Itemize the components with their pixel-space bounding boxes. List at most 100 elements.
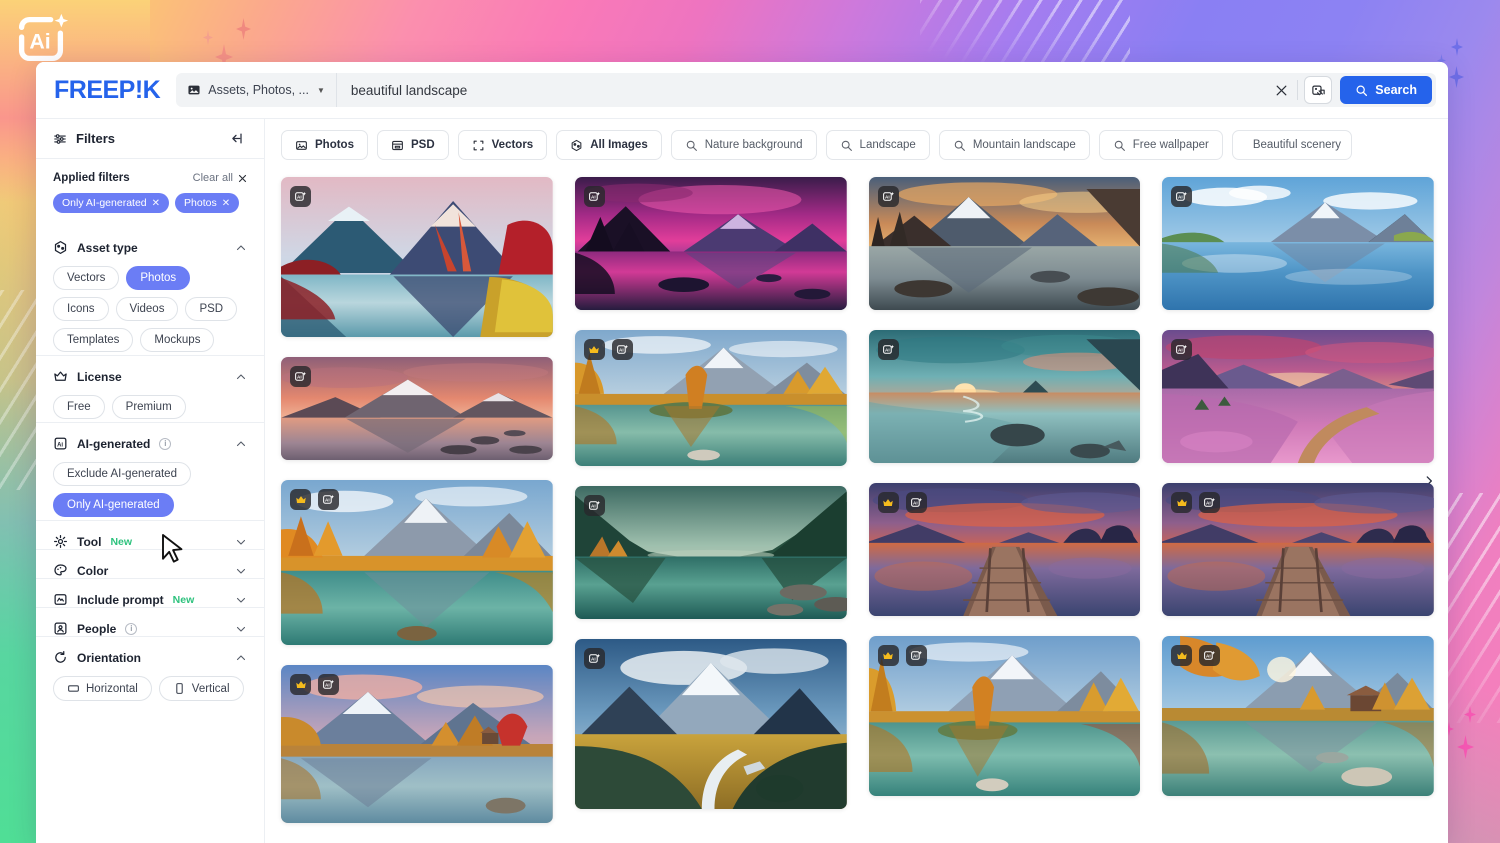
remove-filter-icon[interactable]: ✕: [152, 198, 160, 209]
svg-text:Ai: Ai: [913, 654, 918, 659]
chevron-up-icon[interactable]: [235, 371, 247, 383]
svg-text:Ai: Ai: [325, 683, 330, 688]
close-icon: [1276, 85, 1287, 95]
filter-option-vertical[interactable]: Vertical: [158, 676, 244, 701]
new-badge: New: [110, 535, 133, 548]
filter-section-header-license[interactable]: License: [36, 356, 264, 384]
result-card[interactable]: Ai: [1162, 330, 1434, 463]
filter-option-photos[interactable]: Photos: [126, 266, 191, 290]
image-search-button[interactable]: [1304, 76, 1333, 104]
filter-section-header-orientation[interactable]: Orientation: [36, 637, 264, 665]
ai-generated-badge: Ai: [290, 366, 311, 387]
freepik-logo[interactable]: FREEP!K: [54, 76, 161, 105]
result-card[interactable]: Ai: [868, 636, 1141, 796]
info-icon[interactable]: i: [125, 622, 138, 635]
chevron-up-icon[interactable]: [235, 652, 247, 664]
clear-all-button[interactable]: Clear all: [193, 172, 247, 184]
filter-option-exclude-ai-generated[interactable]: Exclude AI-generated: [53, 462, 191, 486]
svg-text:Ai: Ai: [297, 195, 302, 200]
result-badges: Ai: [877, 339, 899, 360]
quick-filter-beautiful-scenery[interactable]: Beautiful scenery: [1231, 130, 1352, 160]
quick-filter-label: PSD: [410, 139, 435, 151]
quick-filter-vectors[interactable]: Vectors: [457, 130, 548, 160]
chevron-down-icon[interactable]: [235, 623, 247, 635]
search-input[interactable]: [336, 82, 1269, 98]
svg-text:Ai: Ai: [885, 348, 890, 353]
filter-option-icons[interactable]: Icons: [53, 297, 109, 321]
result-card[interactable]: Ai: [281, 177, 553, 337]
filter-section-label: Asset type: [77, 240, 138, 255]
result-card[interactable]: Ai: [1162, 483, 1434, 616]
result-card[interactable]: Ai: [574, 639, 847, 809]
ai-generated-badge: Ai: [1199, 645, 1221, 666]
result-card[interactable]: Ai: [868, 483, 1141, 616]
result-card[interactable]: Ai: [1162, 636, 1434, 796]
filter-option-mockups[interactable]: Mockups: [140, 328, 215, 352]
crown-icon: [54, 371, 67, 381]
filter-section-header-asset-type[interactable]: Asset type: [36, 227, 264, 255]
quick-filter-free-wallpaper[interactable]: Free wallpaper: [1098, 130, 1223, 160]
filter-option-label: Only AI-generated: [67, 499, 160, 511]
svg-text:Ai: Ai: [885, 195, 890, 200]
quick-filter-all-images[interactable]: All Images: [556, 130, 662, 160]
quick-filter-nature-background[interactable]: Nature background: [670, 130, 817, 160]
asset-type-dropdown[interactable]: Assets, Photos, ... ▼: [176, 73, 337, 107]
result-card[interactable]: Ai: [281, 357, 553, 460]
chevron-down-icon[interactable]: [235, 565, 247, 577]
filter-section-header-ai-generated[interactable]: Ai AI-generated i: [36, 423, 264, 451]
filter-option-label: Horizontal: [86, 682, 138, 695]
filter-option-videos[interactable]: Videos: [115, 297, 179, 321]
filter-option-premium[interactable]: Premium: [111, 395, 186, 419]
filter-section-orientation: Orientation Horizontal Vertical: [36, 636, 264, 704]
clear-all-label: Clear all: [192, 172, 233, 184]
crown-icon: [53, 369, 68, 384]
filter-option-vectors[interactable]: Vectors: [53, 266, 120, 290]
chevron-up-icon[interactable]: [235, 242, 247, 254]
filter-section-header-people[interactable]: People i: [36, 608, 264, 636]
ai-generated-badge: Ai: [877, 186, 899, 207]
quick-filter-mountain-landscape[interactable]: Mountain landscape: [938, 130, 1090, 160]
filter-option-horizontal[interactable]: Horizontal: [53, 676, 152, 701]
result-card[interactable]: Ai: [574, 330, 847, 466]
chevron-up-icon[interactable]: [235, 438, 247, 450]
ai-icon: Ai: [53, 436, 68, 451]
result-card[interactable]: Ai: [574, 486, 847, 619]
result-card[interactable]: Ai: [1162, 177, 1434, 310]
result-card[interactable]: Ai: [868, 330, 1141, 463]
chevron-down-icon[interactable]: [235, 594, 247, 606]
ai-image-icon: Ai: [882, 191, 894, 201]
filter-option-templates[interactable]: Templates: [53, 328, 134, 352]
ai-image-icon: Ai: [588, 500, 600, 510]
quick-filter-photos[interactable]: Photos: [281, 130, 368, 160]
result-card[interactable]: Ai: [574, 177, 847, 310]
result-card[interactable]: Ai: [868, 177, 1141, 310]
applied-filter-chip[interactable]: Only AI-generated ✕: [53, 193, 170, 213]
clear-search-button[interactable]: [1268, 77, 1294, 103]
filter-section-header-include-prompt[interactable]: Include prompt New: [36, 579, 264, 607]
chevron-down-icon[interactable]: [235, 536, 247, 548]
filter-options-asset-type: Vectors Photos Icons Videos PSD Templates Mock…: [36, 255, 264, 355]
result-card[interactable]: Ai: [281, 480, 553, 645]
collapse-sidebar-button[interactable]: [230, 131, 247, 146]
result-badges: Ai: [877, 645, 927, 666]
ai-generated-badge: Ai: [905, 492, 927, 513]
filter-section-header-tool[interactable]: Tool New: [36, 521, 264, 549]
quick-filter-psd[interactable]: PSD: [376, 130, 449, 160]
premium-crown-badge: [877, 645, 899, 666]
filter-section-header-color[interactable]: Color: [36, 550, 264, 578]
applied-filter-chips: Only AI-generated ✕ Photos ✕: [53, 193, 247, 213]
result-card[interactable]: Ai: [281, 665, 553, 823]
quick-filter-landscape[interactable]: Landscape: [825, 130, 930, 160]
filter-option-only-ai-generated[interactable]: Only AI-generated: [53, 493, 174, 517]
applied-filter-chip[interactable]: Photos ✕: [175, 193, 240, 213]
filter-option-psd[interactable]: PSD: [185, 297, 238, 321]
search-button[interactable]: Search: [1340, 76, 1432, 104]
info-icon[interactable]: i: [159, 437, 172, 450]
ai-image-icon: Ai: [1204, 497, 1216, 507]
remove-filter-icon[interactable]: ✕: [222, 198, 230, 209]
premium-crown-badge: [583, 339, 605, 360]
ai-generated-badge: Ai: [583, 495, 605, 516]
ai-image-icon: Ai: [910, 650, 922, 660]
result-badges: Ai: [1171, 492, 1221, 513]
filter-option-free[interactable]: Free: [53, 395, 105, 419]
